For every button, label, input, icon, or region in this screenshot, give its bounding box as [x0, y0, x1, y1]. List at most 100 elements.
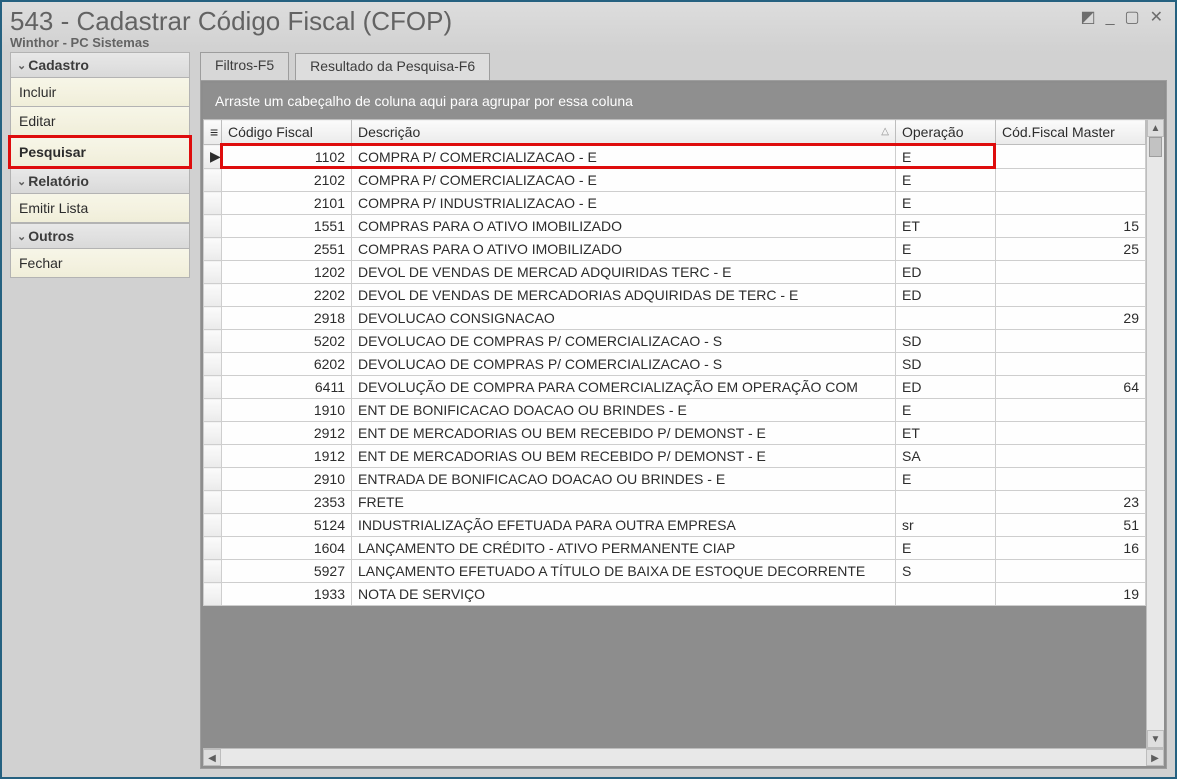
cell-master[interactable]: [996, 284, 1146, 307]
cell-desc[interactable]: DEVOLUCAO CONSIGNACAO: [352, 307, 896, 330]
scroll-up-arrow[interactable]: ▲: [1147, 119, 1164, 137]
cell-desc[interactable]: ENT DE MERCADORIAS OU BEM RECEBIDO P/ DE…: [352, 445, 896, 468]
cell-codigo[interactable]: 1604: [222, 537, 352, 560]
cell-codigo[interactable]: 2910: [222, 468, 352, 491]
table-row[interactable]: 2918DEVOLUCAO CONSIGNACAO29: [204, 307, 1146, 330]
cell-desc[interactable]: COMPRA P/ COMERCIALIZACAO - E: [352, 169, 896, 192]
table-row[interactable]: 1910ENT DE BONIFICACAO DOACAO OU BRINDES…: [204, 399, 1146, 422]
cell-oper[interactable]: SD: [896, 353, 996, 376]
table-row[interactable]: 1202DEVOL DE VENDAS DE MERCAD ADQUIRIDAS…: [204, 261, 1146, 284]
cell-master[interactable]: 15: [996, 215, 1146, 238]
sidebar-item-emitir-lista[interactable]: Emitir Lista: [10, 194, 190, 223]
cell-desc[interactable]: NOTA DE SERVIÇO: [352, 583, 896, 606]
horizontal-scrollbar[interactable]: ◀ ▶: [203, 748, 1164, 766]
cell-master[interactable]: [996, 353, 1146, 376]
tab[interactable]: Resultado da Pesquisa-F6: [295, 53, 490, 81]
cell-desc[interactable]: FRETE: [352, 491, 896, 514]
cell-desc[interactable]: COMPRAS PARA O ATIVO IMOBILIZADO: [352, 238, 896, 261]
table-row[interactable]: ▶1102COMPRA P/ COMERCIALIZACAO - EE: [204, 145, 1146, 169]
cell-master[interactable]: [996, 261, 1146, 284]
cell-desc[interactable]: ENT DE BONIFICACAO DOACAO OU BRINDES - E: [352, 399, 896, 422]
cell-desc[interactable]: DEVOL DE VENDAS DE MERCAD ADQUIRIDAS TER…: [352, 261, 896, 284]
cell-codigo[interactable]: 2202: [222, 284, 352, 307]
cell-master[interactable]: [996, 330, 1146, 353]
table-row[interactable]: 5202DEVOLUCAO DE COMPRAS P/ COMERCIALIZA…: [204, 330, 1146, 353]
cell-oper[interactable]: [896, 307, 996, 330]
cell-codigo[interactable]: 2912: [222, 422, 352, 445]
scroll-left-arrow[interactable]: ◀: [203, 749, 221, 766]
cell-codigo[interactable]: 2101: [222, 192, 352, 215]
cell-codigo[interactable]: 6202: [222, 353, 352, 376]
table-row[interactable]: 1933NOTA DE SERVIÇO 19: [204, 583, 1146, 606]
sidebar-item-editar[interactable]: Editar: [10, 107, 190, 136]
sidebar-item-pesquisar[interactable]: Pesquisar: [8, 135, 192, 169]
table-row[interactable]: 2101COMPRA P/ INDUSTRIALIZACAO - EE: [204, 192, 1146, 215]
cell-codigo[interactable]: 1933: [222, 583, 352, 606]
cell-codigo[interactable]: 6411: [222, 376, 352, 399]
cell-desc[interactable]: INDUSTRIALIZAÇÃO EFETUADA PARA OUTRA EMP…: [352, 514, 896, 537]
scroll-thumb[interactable]: [1149, 137, 1162, 157]
scroll-down-arrow[interactable]: ▼: [1147, 730, 1164, 748]
cell-desc[interactable]: DEVOL DE VENDAS DE MERCADORIAS ADQUIRIDA…: [352, 284, 896, 307]
cell-oper[interactable]: E: [896, 192, 996, 215]
cell-oper[interactable]: sr: [896, 514, 996, 537]
table-row[interactable]: 2353FRETE23: [204, 491, 1146, 514]
cell-oper[interactable]: ED: [896, 376, 996, 399]
cell-desc[interactable]: DEVOLUCAO DE COMPRAS P/ COMERCIALIZACAO …: [352, 353, 896, 376]
cell-codigo[interactable]: 1102: [222, 145, 352, 169]
cell-codigo[interactable]: 1202: [222, 261, 352, 284]
cell-master[interactable]: 23: [996, 491, 1146, 514]
cell-oper[interactable]: SA: [896, 445, 996, 468]
table-row[interactable]: 1551COMPRAS PARA O ATIVO IMOBILIZADOET15: [204, 215, 1146, 238]
minimize-icon[interactable]: _: [1106, 10, 1115, 26]
column-header-desc[interactable]: Descrição△: [352, 120, 896, 145]
cell-oper[interactable]: S: [896, 560, 996, 583]
cell-oper[interactable]: ET: [896, 215, 996, 238]
cell-master[interactable]: 19: [996, 583, 1146, 606]
cell-oper[interactable]: ED: [896, 284, 996, 307]
row-selector-header[interactable]: ≡: [204, 120, 222, 145]
table-row[interactable]: 2912ENT DE MERCADORIAS OU BEM RECEBIDO P…: [204, 422, 1146, 445]
cell-oper[interactable]: ED: [896, 261, 996, 284]
cell-master[interactable]: 25: [996, 238, 1146, 261]
restore-down-icon[interactable]: ◩: [1080, 10, 1095, 26]
scroll-right-arrow[interactable]: ▶: [1146, 749, 1164, 766]
cell-master[interactable]: [996, 422, 1146, 445]
cell-master[interactable]: 64: [996, 376, 1146, 399]
cell-desc[interactable]: COMPRA P/ COMERCIALIZACAO - E: [352, 145, 896, 169]
cell-codigo[interactable]: 1910: [222, 399, 352, 422]
cell-codigo[interactable]: 2918: [222, 307, 352, 330]
sidebar-group-header[interactable]: ⌄Cadastro: [10, 52, 190, 78]
column-header-codigo[interactable]: Código Fiscal: [222, 120, 352, 145]
cell-master[interactable]: [996, 145, 1146, 169]
cell-codigo[interactable]: 1912: [222, 445, 352, 468]
sidebar-group-header[interactable]: ⌄Relatório: [10, 168, 190, 194]
cell-oper[interactable]: E: [896, 145, 996, 169]
sidebar-group-header[interactable]: ⌄Outros: [10, 223, 190, 249]
cell-codigo[interactable]: 5927: [222, 560, 352, 583]
cell-oper[interactable]: [896, 491, 996, 514]
cell-oper[interactable]: SD: [896, 330, 996, 353]
cell-desc[interactable]: ENTRADA DE BONIFICACAO DOACAO OU BRINDES…: [352, 468, 896, 491]
table-row[interactable]: 2551COMPRAS PARA O ATIVO IMOBILIZADOE25: [204, 238, 1146, 261]
table-row[interactable]: 6202DEVOLUCAO DE COMPRAS P/ COMERCIALIZA…: [204, 353, 1146, 376]
table-row[interactable]: 2910ENTRADA DE BONIFICACAO DOACAO OU BRI…: [204, 468, 1146, 491]
cell-oper[interactable]: E: [896, 238, 996, 261]
cell-codigo[interactable]: 2102: [222, 169, 352, 192]
column-header-oper[interactable]: Operação: [896, 120, 996, 145]
data-grid[interactable]: ≡Código FiscalDescrição△OperaçãoCód.Fisc…: [203, 119, 1146, 606]
cell-oper[interactable]: ET: [896, 422, 996, 445]
cell-master[interactable]: [996, 468, 1146, 491]
cell-desc[interactable]: LANÇAMENTO DE CRÉDITO - ATIVO PERMANENTE…: [352, 537, 896, 560]
cell-master[interactable]: [996, 445, 1146, 468]
cell-desc[interactable]: DEVOLUÇÃO DE COMPRA PARA COMERCIALIZAÇÃO…: [352, 376, 896, 399]
table-row[interactable]: 6411DEVOLUÇÃO DE COMPRA PARA COMERCIALIZ…: [204, 376, 1146, 399]
close-icon[interactable]: ✕: [1150, 10, 1163, 26]
table-row[interactable]: 5124INDUSTRIALIZAÇÃO EFETUADA PARA OUTRA…: [204, 514, 1146, 537]
cell-codigo[interactable]: 1551: [222, 215, 352, 238]
cell-desc[interactable]: DEVOLUCAO DE COMPRAS P/ COMERCIALIZACAO …: [352, 330, 896, 353]
vertical-scrollbar[interactable]: ▲ ▼: [1146, 119, 1164, 748]
table-row[interactable]: 2202DEVOL DE VENDAS DE MERCADORIAS ADQUI…: [204, 284, 1146, 307]
tab[interactable]: Filtros-F5: [200, 52, 289, 80]
cell-master[interactable]: [996, 192, 1146, 215]
